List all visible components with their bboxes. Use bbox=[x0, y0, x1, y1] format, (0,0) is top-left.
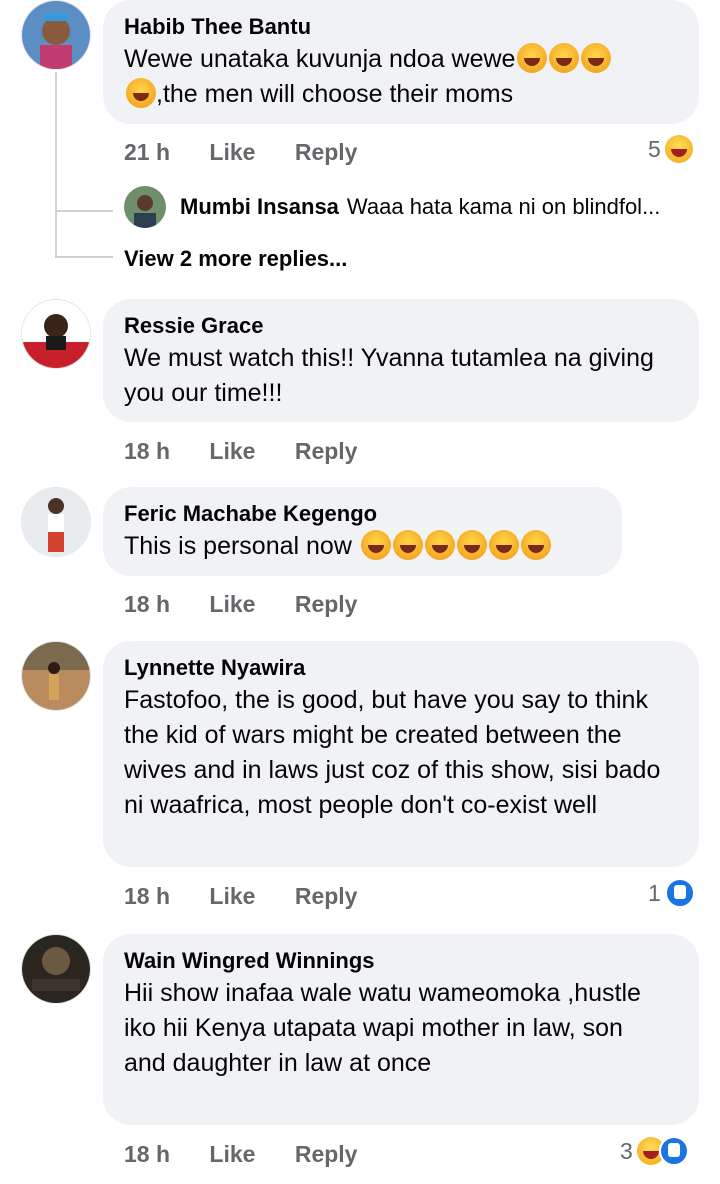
comment-actions: 18 h Like Reply bbox=[124, 883, 390, 910]
laughing-face-icon bbox=[360, 530, 391, 560]
reply-button[interactable]: Reply bbox=[295, 139, 358, 165]
comment-bubble: Ressie Grace We must watch this!! Yvanna… bbox=[103, 299, 699, 422]
laughing-face-icon bbox=[488, 530, 519, 560]
reply-button[interactable]: Reply bbox=[295, 1141, 358, 1167]
reply-author[interactable]: Mumbi Insansa bbox=[180, 194, 339, 220]
comment-time[interactable]: 18 h bbox=[124, 591, 170, 617]
rofl-icon bbox=[581, 43, 612, 73]
like-button[interactable]: Like bbox=[209, 1141, 255, 1167]
comment-time[interactable]: 21 h bbox=[124, 139, 170, 165]
comment-text: Fastofoo, the is good, but have you say … bbox=[124, 686, 661, 819]
like-button[interactable]: Like bbox=[209, 438, 255, 464]
thread-line bbox=[55, 72, 57, 258]
reply-button[interactable]: Reply bbox=[295, 438, 358, 464]
avatar[interactable] bbox=[22, 935, 90, 1003]
avatar[interactable] bbox=[22, 488, 90, 556]
comment-text-line: ,the men will choose their moms bbox=[156, 80, 514, 108]
comment-actions: 18 h Like Reply bbox=[124, 438, 390, 465]
reaction-count: 5 bbox=[648, 135, 661, 162]
like-button[interactable]: Like bbox=[209, 883, 255, 909]
avatar[interactable] bbox=[22, 1, 90, 69]
thread-line bbox=[57, 256, 113, 258]
laughing-face-icon bbox=[456, 530, 487, 560]
comment-text: We must watch this!! Yvanna tutamlea na … bbox=[124, 344, 654, 407]
reply-button[interactable]: Reply bbox=[295, 591, 358, 617]
comment-bubble: Wain Wingred Winnings Hii show inafaa wa… bbox=[103, 934, 699, 1125]
shushing-face-icon bbox=[517, 43, 548, 73]
comment-actions: 18 h Like Reply bbox=[124, 591, 390, 618]
comment-author[interactable]: Lynnette Nyawira bbox=[124, 655, 679, 681]
comment-author[interactable]: Feric Machabe Kegengo bbox=[124, 501, 602, 527]
comment-bubble: Habib Thee Bantu Wewe unataka kuvunja nd… bbox=[103, 0, 699, 124]
like-icon bbox=[658, 1136, 689, 1166]
like-button[interactable]: Like bbox=[209, 591, 255, 617]
comment-text: Hii show inafaa wale watu wameomoka ,hus… bbox=[124, 979, 641, 1077]
thread-line bbox=[57, 210, 113, 212]
laughing-face-icon bbox=[424, 530, 455, 560]
comment-time[interactable]: 18 h bbox=[124, 883, 170, 909]
laughing-face-icon bbox=[392, 530, 423, 560]
comment-actions: 21 h Like Reply bbox=[124, 139, 390, 166]
reply-text: Waaa hata kama ni on blindfol... bbox=[346, 194, 661, 219]
comment-text-line: Wewe unataka kuvunja ndoa wewe bbox=[124, 45, 516, 73]
comment-text-line: This is personal now bbox=[124, 532, 352, 560]
comment-bubble: Feric Machabe Kegengo This is personal n… bbox=[103, 487, 622, 576]
haha-icon bbox=[664, 135, 693, 163]
reaction-count: 1 bbox=[648, 879, 661, 906]
comment-author[interactable]: Ressie Grace bbox=[124, 313, 679, 339]
comment-author[interactable]: Wain Wingred Winnings bbox=[124, 948, 679, 974]
comment-bubble: Lynnette Nyawira Fastofoo, the is good, … bbox=[103, 641, 699, 867]
avatar[interactable] bbox=[22, 642, 90, 710]
rofl-icon bbox=[549, 43, 580, 73]
view-more-replies-link[interactable]: View 2 more replies... bbox=[124, 246, 347, 272]
avatar[interactable] bbox=[124, 186, 166, 228]
comment-time[interactable]: 18 h bbox=[124, 1141, 170, 1167]
like-button[interactable]: Like bbox=[209, 139, 255, 165]
reaction-summary[interactable]: 5 bbox=[648, 135, 693, 163]
reaction-summary[interactable]: 1 bbox=[648, 878, 695, 908]
reply-preview[interactable]: Mumbi Insansa Waaa hata kama ni on blind… bbox=[124, 186, 660, 228]
rofl-icon bbox=[126, 78, 156, 108]
comment-text: This is personal now bbox=[124, 529, 602, 564]
comment-text: Wewe unataka kuvunja ndoa wewe ,the men … bbox=[124, 42, 679, 112]
reaction-count: 3 bbox=[620, 1137, 633, 1164]
comment-author[interactable]: Habib Thee Bantu bbox=[124, 14, 679, 40]
comment-time[interactable]: 18 h bbox=[124, 438, 170, 464]
like-icon bbox=[664, 878, 695, 908]
reply-button[interactable]: Reply bbox=[295, 883, 358, 909]
reaction-summary[interactable]: 3 bbox=[620, 1136, 689, 1166]
comment-actions: 18 h Like Reply bbox=[124, 1141, 390, 1168]
laughing-face-icon bbox=[520, 530, 551, 560]
avatar[interactable] bbox=[22, 300, 90, 368]
